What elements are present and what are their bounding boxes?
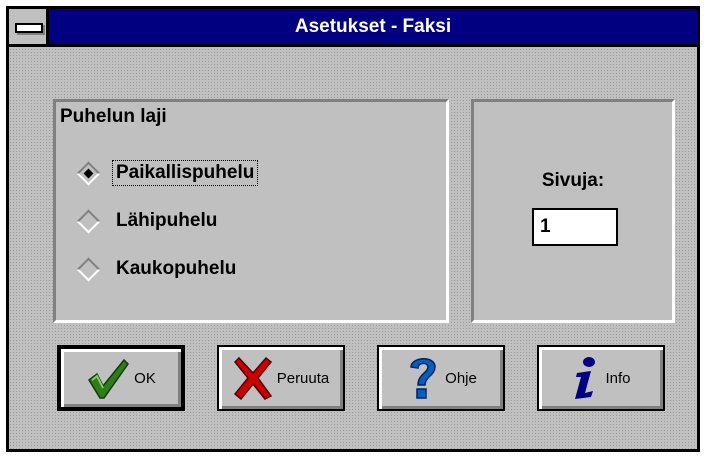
radio-paikallispuhelu[interactable]: Paikallispuhelu <box>76 158 259 188</box>
system-menu-icon <box>15 23 43 33</box>
pages-label: Sivuja: <box>541 170 605 191</box>
radio-label: Kaukopuhelu <box>116 258 237 279</box>
ok-button[interactable]: OK <box>57 345 185 411</box>
info-label: Info <box>605 369 631 387</box>
radio-label: Lähipuhelu <box>116 210 218 231</box>
title-bar[interactable]: Asetukset - Faksi <box>9 9 697 47</box>
radio-checked-icon <box>76 160 101 186</box>
info-button[interactable]: Info <box>537 345 665 411</box>
cancel-button[interactable]: Peruuta <box>217 345 345 411</box>
red-x-icon <box>233 356 272 400</box>
checkmark-icon <box>88 358 130 399</box>
window-title: Asetukset - Faksi <box>294 16 452 37</box>
dialog-window: Asetukset - Faksi Puhelun laji Paikallis… <box>6 6 700 452</box>
pages-group: Sivuja: <box>471 99 675 323</box>
help-label: Ohje <box>445 369 477 387</box>
system-menu-button[interactable] <box>9 9 49 44</box>
call-type-group: Puhelun laji Paikallispuhelu Lähipuhelu … <box>53 99 449 323</box>
info-icon <box>575 357 596 399</box>
ok-label: OK <box>134 369 156 387</box>
radio-lahipuhelu[interactable]: Lähipuhelu <box>76 206 220 236</box>
radio-unchecked-icon <box>76 256 101 282</box>
cancel-label: Peruuta <box>276 369 330 387</box>
help-button[interactable]: Ohje <box>377 345 505 411</box>
radio-label: Paikallispuhelu <box>111 160 259 186</box>
radio-unchecked-icon <box>76 208 101 234</box>
question-mark-icon <box>410 358 436 399</box>
call-type-title: Puhelun laji <box>60 106 167 127</box>
radio-kaukopuhelu[interactable]: Kaukopuhelu <box>76 254 239 284</box>
pages-input[interactable] <box>532 208 618 246</box>
